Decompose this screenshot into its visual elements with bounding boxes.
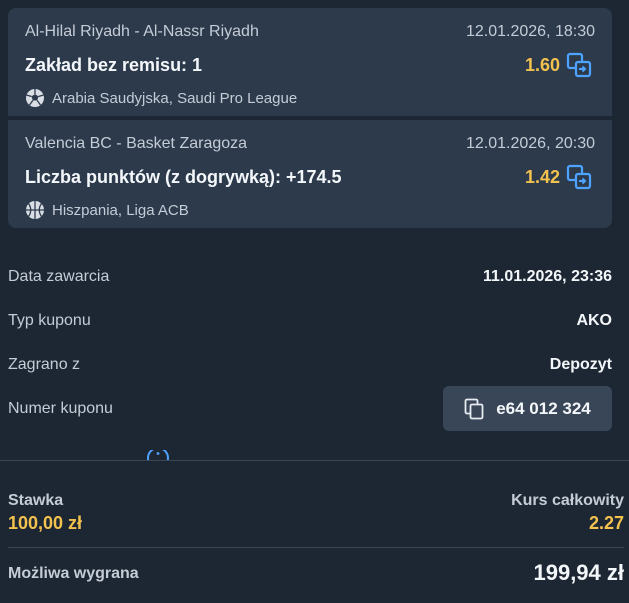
divider <box>8 547 624 548</box>
possible-win-label: Możliwa wygrana <box>8 565 139 582</box>
detail-label: Data zawarcia <box>8 268 110 285</box>
detail-value: 11.01.2026, 23:36 <box>482 268 612 285</box>
detail-label: Zagrano z <box>8 356 81 373</box>
event-datetime: 12.01.2026, 18:30 <box>465 23 595 40</box>
detail-label: Typ kuponu <box>8 312 91 329</box>
event-teams: Al-Hilal Riyadh - Al-Nassr Riyadh <box>25 23 259 40</box>
event-datetime: 12.01.2026, 20:30 <box>465 135 595 152</box>
event-league: Arabia Saudyjska, Saudi Pro League <box>25 88 297 108</box>
event-teams: Valencia BC - Basket Zaragoza <box>25 135 248 152</box>
detail-row-played: Zagrano z Depozyt <box>8 350 612 380</box>
event-card[interactable]: Al-Hilal Riyadh - Al-Nassr Riyadh 12.01.… <box>8 8 612 116</box>
detail-row-partial <box>8 450 612 460</box>
detail-value: Depozyt <box>549 356 612 373</box>
events-list: Al-Hilal Riyadh - Al-Nassr Riyadh 12.01.… <box>8 8 612 228</box>
info-icon[interactable] <box>146 450 170 460</box>
event-league: Hiszpania, Liga ACB <box>25 200 189 220</box>
event-league-label: Arabia Saudyjska, Saudi Pro League <box>52 89 298 107</box>
detail-row-type: Typ kuponu AKO <box>8 306 612 336</box>
possible-win-value: 199,94 zł <box>533 560 624 585</box>
summary-footer: Stawka 100,00 zł Kurs całkowity 2.27 Moż… <box>0 460 629 603</box>
copy-selection-icon[interactable] <box>566 52 592 78</box>
event-card[interactable]: Valencia BC - Basket Zaragoza 12.01.2026… <box>8 120 612 228</box>
detail-value: AKO <box>576 312 612 329</box>
event-odds: 1.60 <box>524 55 560 75</box>
stake-label: Stawka <box>8 492 64 509</box>
stake-value: 100,00 zł <box>8 513 83 533</box>
coupon-number: e64 012 324 <box>496 398 591 418</box>
detail-row-date: Data zawarcia 11.01.2026, 23:36 <box>8 262 612 292</box>
soccer-ball-icon <box>26 89 44 107</box>
event-market: Liczba punktów (z dogrywką): +174.5 <box>25 167 342 187</box>
event-market: Zakład bez remisu: 1 <box>25 55 203 75</box>
event-league-label: Hiszpania, Liga ACB <box>52 201 189 219</box>
event-odds: 1.42 <box>524 167 560 187</box>
copy-selection-icon[interactable] <box>566 164 592 190</box>
copy-icon <box>464 398 484 419</box>
copy-coupon-number-button[interactable]: e64 012 324 <box>443 386 612 431</box>
total-odds-label: Kurs całkowity <box>511 492 624 509</box>
total-odds-value: 2.27 <box>588 513 624 533</box>
detail-label: Numer kuponu <box>8 400 113 417</box>
basketball-icon <box>26 201 44 219</box>
